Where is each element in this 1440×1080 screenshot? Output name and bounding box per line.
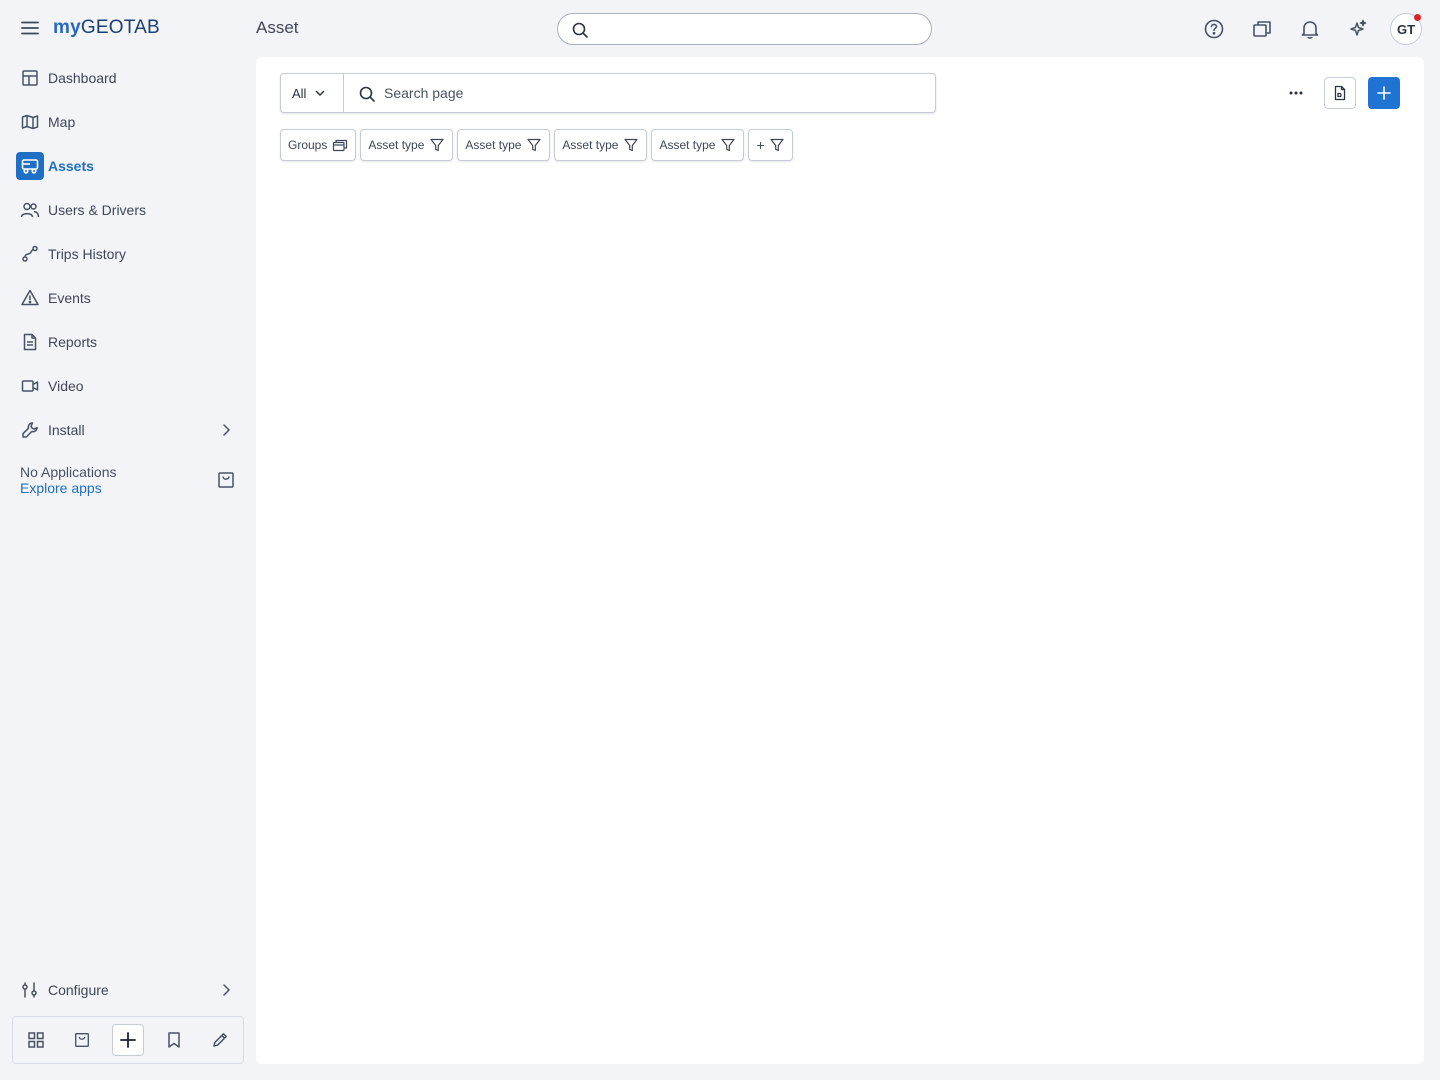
chevron-right-icon bbox=[216, 420, 236, 440]
sidebar-item-label: Users & Drivers bbox=[48, 202, 147, 218]
chip-label: Groups bbox=[288, 138, 328, 152]
main-content: All Groups Asset type bbox=[256, 57, 1424, 1064]
wrench-icon bbox=[20, 420, 40, 440]
filter-chip-asset-type[interactable]: Asset type bbox=[651, 129, 745, 161]
global-search[interactable] bbox=[557, 13, 932, 45]
add-filter-button[interactable]: + bbox=[748, 129, 793, 161]
global-search-input[interactable] bbox=[598, 18, 918, 40]
logo-geotab-text: GEOTAB bbox=[80, 17, 160, 38]
sidebar-item-install[interactable]: Install bbox=[12, 408, 244, 452]
sidebar-item-dashboard[interactable]: Dashboard bbox=[12, 56, 244, 100]
sidebar-item-trips-history[interactable]: Trips History bbox=[12, 232, 244, 276]
chip-label: Asset type bbox=[562, 138, 619, 152]
page-search-bar: All bbox=[280, 73, 936, 113]
search-icon bbox=[570, 20, 590, 40]
sidebar-item-assets[interactable]: Assets bbox=[12, 144, 244, 188]
chevron-down-icon bbox=[314, 87, 326, 99]
chip-label: Asset type bbox=[465, 138, 522, 152]
brand-row: myGEOTAB bbox=[0, 0, 256, 56]
edit-pencil-icon[interactable] bbox=[204, 1024, 236, 1056]
sidebar-item-label: Dashboard bbox=[48, 70, 117, 86]
file-document-icon bbox=[1332, 85, 1348, 101]
mygeotab-logo[interactable]: myGEOTAB bbox=[53, 16, 160, 40]
page-title: Asset bbox=[256, 18, 299, 37]
hamburger-menu-icon[interactable] bbox=[18, 16, 42, 40]
users-icon bbox=[20, 200, 40, 220]
add-icon[interactable] bbox=[112, 1024, 144, 1056]
applications-section: No Applications Explore apps bbox=[20, 462, 240, 502]
chip-label: Asset type bbox=[368, 138, 425, 152]
filter-chip-asset-type[interactable]: Asset type bbox=[457, 129, 551, 161]
scope-dropdown[interactable]: All bbox=[281, 74, 344, 112]
page-search-input[interactable] bbox=[384, 83, 904, 103]
marketplace-bag-icon[interactable] bbox=[216, 470, 236, 490]
trips-route-icon bbox=[20, 244, 40, 264]
report-document-icon bbox=[20, 332, 40, 352]
bell-icon[interactable] bbox=[1298, 17, 1322, 41]
sidebar-item-label: Trips History bbox=[48, 246, 127, 262]
sidebar-item-video[interactable]: Video bbox=[12, 364, 244, 408]
main-navigation: Dashboard Map Assets Users & Drivers Tri… bbox=[12, 56, 244, 452]
chevron-right-icon bbox=[216, 980, 236, 1000]
sidebar-item-map[interactable]: Map bbox=[12, 100, 244, 144]
marketplace-bag-icon[interactable] bbox=[66, 1024, 98, 1056]
add-filter-label: + bbox=[756, 137, 765, 153]
grid-icon[interactable] bbox=[20, 1024, 52, 1056]
filter-icon bbox=[720, 137, 736, 153]
plus-icon bbox=[1376, 85, 1392, 101]
more-options-icon[interactable] bbox=[1280, 79, 1312, 107]
filter-chip-groups[interactable]: Groups bbox=[280, 129, 357, 161]
logo-my-text: my bbox=[53, 17, 81, 38]
add-asset-button[interactable] bbox=[1368, 77, 1400, 109]
filter-icon bbox=[769, 137, 785, 153]
filter-icon bbox=[623, 137, 639, 153]
sidebar-item-reports[interactable]: Reports bbox=[12, 320, 244, 364]
sidebar-item-configure[interactable]: Configure bbox=[12, 968, 244, 1012]
news-icon[interactable] bbox=[1250, 17, 1274, 41]
dashboard-icon bbox=[20, 68, 40, 88]
filter-chips: Groups Asset type Asset type Asset type … bbox=[280, 129, 797, 161]
filter-chip-asset-type[interactable]: Asset type bbox=[360, 129, 454, 161]
chip-label: Asset type bbox=[659, 138, 716, 152]
configure-label: Configure bbox=[48, 982, 109, 998]
sidebar-item-users-drivers[interactable]: Users & Drivers bbox=[12, 188, 244, 232]
sidebar-item-label: Video bbox=[48, 378, 84, 394]
sidebar-item-label: Events bbox=[48, 290, 91, 306]
filter-icon bbox=[429, 137, 445, 153]
sidebar-bottom-toolbar bbox=[12, 1016, 244, 1064]
sidebar-item-label: Map bbox=[48, 114, 76, 130]
filter-chip-asset-type[interactable]: Asset type bbox=[554, 129, 648, 161]
sliders-settings-icon bbox=[20, 980, 40, 1000]
export-report-button[interactable] bbox=[1324, 77, 1356, 109]
filter-icon bbox=[526, 137, 542, 153]
sidebar: myGEOTAB Dashboard Map Assets Users & Dr… bbox=[0, 0, 256, 1080]
notification-dot bbox=[1414, 14, 1421, 21]
groups-folder-icon bbox=[332, 137, 348, 153]
video-camera-icon bbox=[20, 376, 40, 396]
sidebar-item-label: Install bbox=[48, 422, 85, 438]
explore-apps-link[interactable]: Explore apps bbox=[20, 480, 102, 496]
sidebar-item-label: Assets bbox=[48, 158, 94, 174]
scope-value: All bbox=[292, 85, 307, 101]
map-icon bbox=[20, 112, 40, 132]
help-circle-icon[interactable] bbox=[1202, 17, 1226, 41]
assets-truck-icon bbox=[20, 156, 40, 176]
warning-triangle-icon bbox=[20, 288, 40, 308]
no-applications-text: No Applications bbox=[20, 464, 117, 480]
search-icon bbox=[357, 84, 377, 104]
bookmark-icon[interactable] bbox=[158, 1024, 190, 1056]
sidebar-item-events[interactable]: Events bbox=[12, 276, 244, 320]
sparkle-ai-icon[interactable] bbox=[1346, 17, 1370, 41]
sidebar-item-label: Reports bbox=[48, 334, 98, 350]
